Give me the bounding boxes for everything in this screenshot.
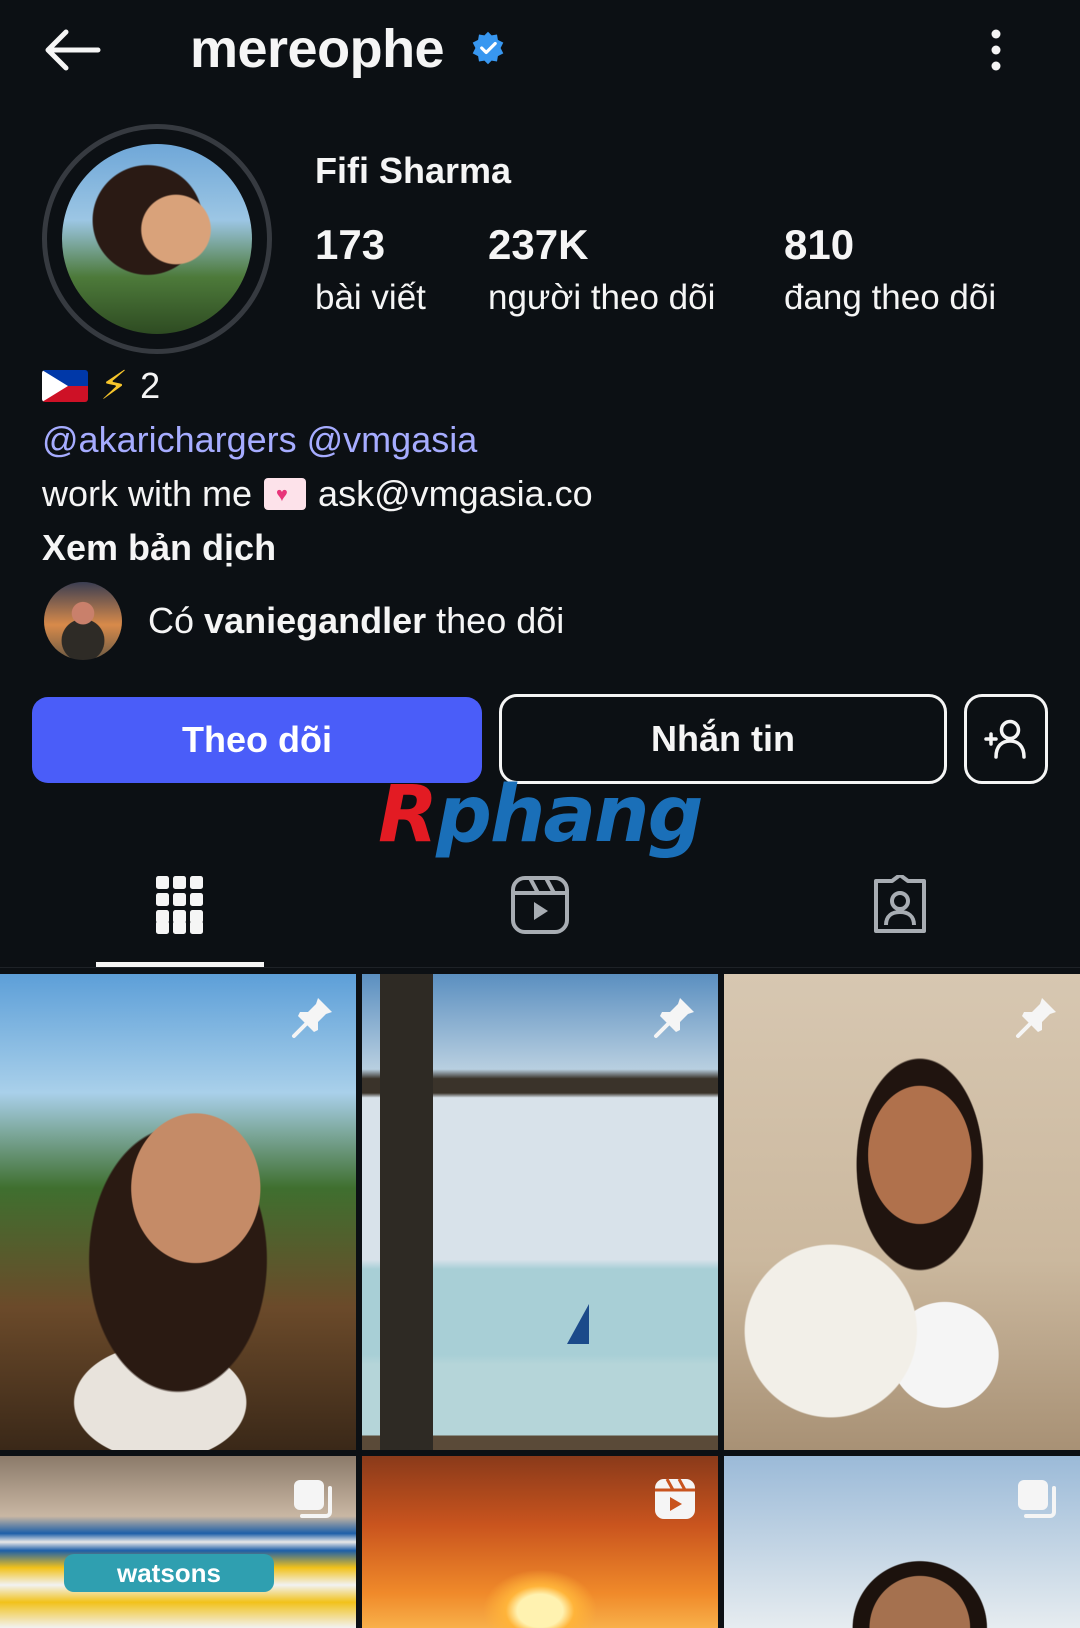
tab-posts-grid[interactable]: [130, 860, 230, 950]
tagged-icon: [874, 875, 926, 933]
store-sign: watsons: [64, 1554, 274, 1592]
pin-icon: [292, 998, 332, 1038]
verified-badge-icon: [472, 31, 504, 65]
stat-followers[interactable]: 237K người theo dõi: [488, 221, 716, 318]
post-thumbnail[interactable]: [362, 1456, 718, 1628]
philippines-flag-icon: [42, 370, 88, 402]
watermark-rest: phang: [436, 770, 703, 860]
grid-icon: [156, 876, 203, 934]
stat-following[interactable]: 810 đang theo dõi: [784, 221, 997, 318]
stat-posts[interactable]: 173 bài viết: [315, 221, 426, 318]
more-options-button[interactable]: [976, 24, 1016, 76]
mutual-suffix: theo dõi: [436, 600, 565, 641]
carousel-icon: [294, 1480, 332, 1518]
arrow-left-icon: [45, 29, 101, 71]
back-button[interactable]: [40, 22, 104, 78]
post-thumbnail[interactable]: watsons: [0, 1456, 356, 1628]
pin-icon: [1016, 998, 1056, 1038]
post-thumbnail[interactable]: [0, 974, 356, 1450]
bio-work-line: work with me ♥ ask@vmgasia.co: [42, 472, 1042, 515]
profile-avatar[interactable]: [62, 144, 252, 334]
more-vertical-icon: [991, 29, 1001, 71]
watermark-logo: Rphang: [378, 770, 703, 860]
mutual-follower-text[interactable]: Có vaniegandler theo dõi: [148, 600, 564, 642]
stat-followers-value: 237K: [488, 221, 589, 268]
bio-number: 2: [140, 365, 161, 407]
mutual-prefix: Có: [148, 600, 195, 641]
post-thumbnail[interactable]: [724, 1456, 1080, 1628]
see-translation-link[interactable]: Xem bản dịch: [42, 526, 1042, 569]
display-name: Fifi Sharma: [315, 150, 512, 191]
love-letter-icon: ♥: [264, 477, 307, 510]
pin-icon: [654, 998, 694, 1038]
stat-followers-label: người theo dõi: [488, 278, 716, 318]
stat-posts-value: 173: [315, 221, 386, 268]
lightning-bolt-icon: ⚡: [100, 364, 129, 408]
sailboat-shape: [567, 1304, 589, 1344]
suggest-users-button[interactable]: [964, 694, 1048, 784]
reels-icon: [511, 876, 569, 934]
profile-header: mereophe: [0, 0, 1080, 100]
mutual-follower-avatar[interactable]: [44, 582, 122, 660]
bio-mentions[interactable]: @akarichargers @vmgasia: [42, 418, 1042, 461]
stat-following-label: đang theo dõi: [784, 278, 997, 318]
reels-icon: [655, 1478, 695, 1519]
stat-posts-label: bài viết: [315, 278, 426, 318]
carousel-icon: [1018, 1480, 1056, 1518]
tab-tagged[interactable]: [850, 860, 950, 950]
watermark-first-letter: R: [378, 770, 438, 860]
post-thumbnail[interactable]: [362, 974, 718, 1450]
bio-work-email[interactable]: ask@vmgasia.co: [318, 472, 593, 515]
add-user-icon: [984, 719, 1026, 759]
bio-line-emoji: ⚡ 2: [42, 362, 1042, 410]
tab-divider: [0, 967, 1080, 968]
bio-work-prefix: work with me: [42, 473, 253, 514]
mutual-follower-name: vaniegandler: [204, 600, 427, 641]
tab-reels[interactable]: [490, 860, 590, 950]
profile-username: mereophe: [190, 19, 445, 79]
stat-following-value: 810: [784, 221, 855, 268]
post-thumbnail[interactable]: [724, 974, 1080, 1450]
